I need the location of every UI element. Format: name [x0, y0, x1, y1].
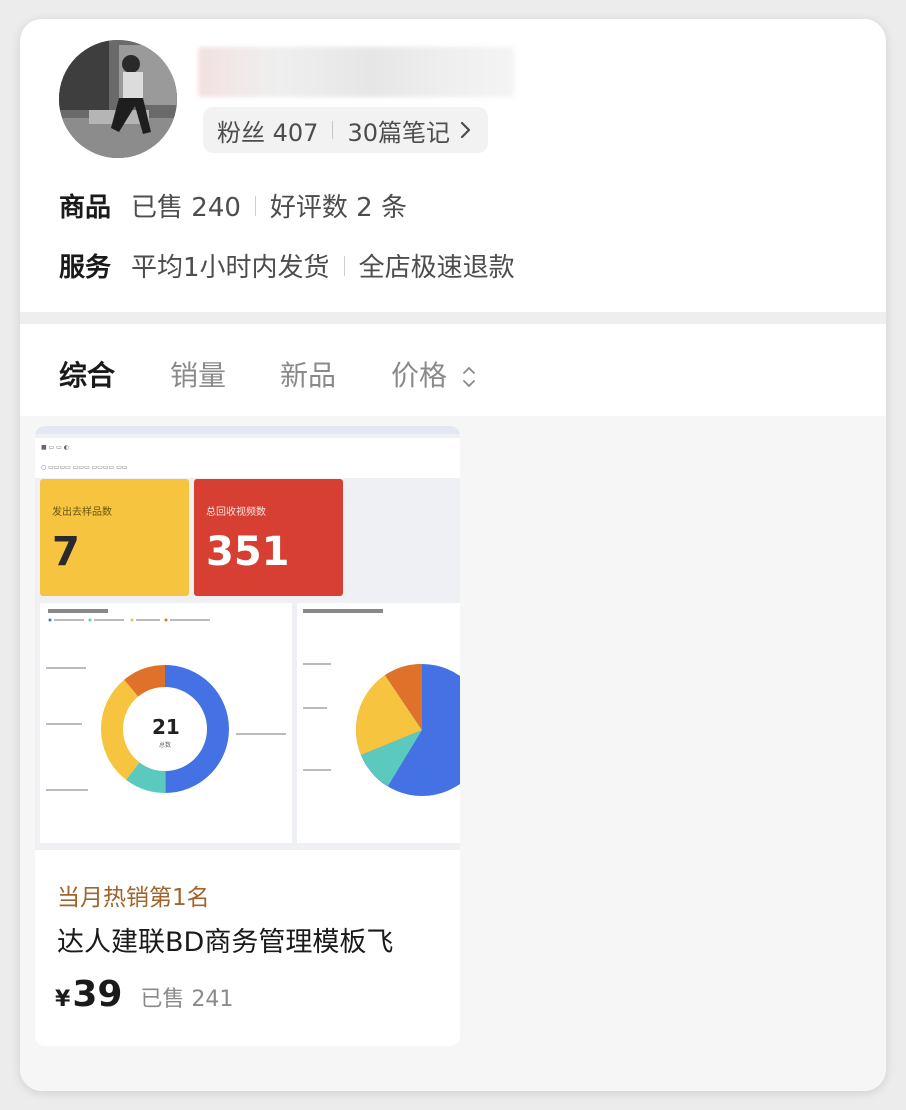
kpi-videos-label: 总回收视频数 — [206, 507, 266, 518]
donut-center-value: 21 — [152, 715, 180, 739]
notes-count: 30篇笔记 — [347, 118, 450, 147]
donut-center-label: 总数 — [159, 742, 172, 749]
tab-new[interactable]: 新品 — [280, 354, 336, 394]
kpi-card-samples: 发出去样品数 7 — [40, 479, 189, 596]
goods-row: 商品 已售 240 好评数 2 条 — [59, 187, 407, 224]
sort-updown-icon — [463, 366, 475, 388]
goods-reviews: 好评数 2 条 — [269, 193, 407, 223]
product-title[interactable]: 达人建联BD商务管理模板飞 — [57, 920, 393, 959]
divider — [332, 121, 334, 139]
tab-price-label: 价格 — [391, 359, 448, 392]
section-divider — [20, 312, 886, 324]
product-card[interactable]: ■ ▭ ▭ ◐ ○ ▭▭▭▭ ▭▭▭ ▭▭▭▭ ▭▭ 发出去样品数 7 总回收视… — [35, 426, 460, 1046]
avatar[interactable] — [59, 40, 177, 158]
thumb-topbar — [35, 426, 460, 434]
product-sold-count: 已售 241 — [140, 987, 234, 1012]
kpi-samples-value: 7 — [52, 529, 80, 575]
service-row: 服务 平均1小时内发货 全店极速退款 — [59, 247, 515, 284]
service-refund: 全店极速退款 — [358, 253, 515, 283]
tab-sales[interactable]: 销量 — [170, 354, 226, 394]
tab-price[interactable]: 价格 — [391, 354, 476, 394]
kpi-card-videos: 总回收视频数 351 — [194, 479, 343, 596]
product-grid: ■ ▭ ▭ ◐ ○ ▭▭▭▭ ▭▭▭ ▭▭▭▭ ▭▭ 发出去样品数 7 总回收视… — [20, 416, 886, 1091]
divider — [343, 255, 345, 276]
shop-card: 粉丝 407 30篇笔记 商品 已售 240 好评数 2 条 服务 平均1小时内… — [20, 19, 886, 1091]
thumb-toolbar: ■ ▭ ▭ ◐ ○ ▭▭▭▭ ▭▭▭ ▭▭▭▭ ▭▭ — [35, 438, 460, 478]
sort-tabs: 综合 销量 新品 价格 — [20, 324, 886, 416]
chevron-right-icon — [460, 121, 471, 139]
pie-chart-panel — [297, 603, 460, 843]
goods-sold: 已售 240 — [131, 193, 241, 223]
service-shipping: 平均1小时内发货 — [131, 253, 330, 283]
goods-label: 商品 — [59, 193, 112, 223]
product-thumbnail: ■ ▭ ▭ ◐ ○ ▭▭▭▭ ▭▭▭ ▭▭▭▭ ▭▭ 发出去样品数 7 总回收视… — [35, 426, 460, 850]
fans-count: 粉丝 407 — [217, 118, 319, 147]
tab-comprehensive[interactable]: 综合 — [59, 354, 115, 394]
hot-sale-rank: 当月热销第1名 — [57, 885, 210, 911]
donut-chart-panel: 21 总数 — [40, 603, 292, 843]
divider — [254, 195, 256, 216]
service-label: 服务 — [59, 253, 112, 283]
kpi-videos-value: 351 — [206, 529, 290, 575]
price-currency: ¥ — [55, 987, 71, 1012]
price-row: ¥ 39 已售 241 — [55, 974, 233, 1015]
fans-notes-button[interactable]: 粉丝 407 30篇笔记 — [203, 107, 488, 153]
kpi-samples-label: 发出去样品数 — [52, 507, 112, 518]
price-value: 39 — [72, 974, 123, 1015]
shop-name-blurred — [198, 47, 514, 97]
